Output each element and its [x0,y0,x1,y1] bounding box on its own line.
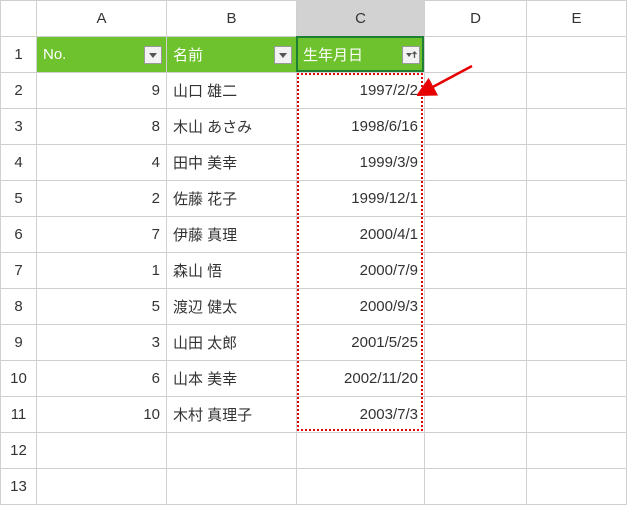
cell-D12[interactable] [425,433,527,469]
cell-D2[interactable] [425,73,527,109]
row-head-3[interactable]: 3 [1,109,37,145]
cell-B1[interactable]: 名前 [167,37,297,73]
cell-D13[interactable] [425,469,527,505]
cell-D9[interactable] [425,325,527,361]
cell-C10[interactable]: 2002/11/20 [297,361,425,397]
cell-B11[interactable]: 木村 真理子 [167,397,297,433]
cell-A12[interactable] [37,433,167,469]
cell-A6[interactable]: 7 [37,217,167,253]
cell-E10[interactable] [527,361,627,397]
cell-B6[interactable]: 伊藤 真理 [167,217,297,253]
cell-D6[interactable] [425,217,527,253]
cell-B8[interactable]: 渡辺 健太 [167,289,297,325]
row-head-2[interactable]: 2 [1,73,37,109]
cell-B9[interactable]: 山田 太郎 [167,325,297,361]
row-head-8[interactable]: 8 [1,289,37,325]
select-all-corner[interactable] [1,1,37,37]
row-head-10[interactable]: 10 [1,361,37,397]
filter-sort-C[interactable] [402,46,420,64]
cell-C8[interactable]: 2000/9/3 [297,289,425,325]
cell-C13[interactable] [297,469,425,505]
cell-D10[interactable] [425,361,527,397]
header-label-name: 名前 [173,47,203,64]
cell-E8[interactable] [527,289,627,325]
cell-D1[interactable] [425,37,527,73]
cell-B12[interactable] [167,433,297,469]
row-head-13[interactable]: 13 [1,469,37,505]
row-head-7[interactable]: 7 [1,253,37,289]
cell-E9[interactable] [527,325,627,361]
row-head-6[interactable]: 6 [1,217,37,253]
cell-E12[interactable] [527,433,627,469]
cell-E6[interactable] [527,217,627,253]
cell-A11[interactable]: 10 [37,397,167,433]
cell-C1[interactable]: 生年月日 [297,37,425,73]
col-head-C[interactable]: C [297,1,425,37]
col-head-E[interactable]: E [527,1,627,37]
cell-C4[interactable]: 1999/3/9 [297,145,425,181]
col-head-D[interactable]: D [425,1,527,37]
row-head-12[interactable]: 12 [1,433,37,469]
cell-C6[interactable]: 2000/4/1 [297,217,425,253]
cell-C9[interactable]: 2001/5/25 [297,325,425,361]
cell-E3[interactable] [527,109,627,145]
cell-A2[interactable]: 9 [37,73,167,109]
chevron-down-icon [278,50,288,60]
cell-A7[interactable]: 1 [37,253,167,289]
row-head-11[interactable]: 11 [1,397,37,433]
cell-A9[interactable]: 3 [37,325,167,361]
cell-E5[interactable] [527,181,627,217]
cell-E13[interactable] [527,469,627,505]
row-head-5[interactable]: 5 [1,181,37,217]
cell-C3[interactable]: 1998/6/16 [297,109,425,145]
cell-D8[interactable] [425,289,527,325]
cell-E11[interactable] [527,397,627,433]
cell-B5[interactable]: 佐藤 花子 [167,181,297,217]
cell-A1[interactable]: No. [37,37,167,73]
cell-D11[interactable] [425,397,527,433]
row-head-1[interactable]: 1 [1,37,37,73]
chevron-down-icon [148,50,158,60]
cell-B13[interactable] [167,469,297,505]
sort-asc-icon [405,49,417,61]
cell-C2[interactable]: 1997/2/2 [297,73,425,109]
cell-A8[interactable]: 5 [37,289,167,325]
cell-E2[interactable] [527,73,627,109]
cell-B7[interactable]: 森山 悟 [167,253,297,289]
cell-E1[interactable] [527,37,627,73]
cell-D5[interactable] [425,181,527,217]
cell-C11[interactable]: 2003/7/3 [297,397,425,433]
cell-C5[interactable]: 1999/12/1 [297,181,425,217]
cell-D4[interactable] [425,145,527,181]
cell-A4[interactable]: 4 [37,145,167,181]
cell-B10[interactable]: 山本 美幸 [167,361,297,397]
cell-B3[interactable]: 木山 あさみ [167,109,297,145]
row-head-4[interactable]: 4 [1,145,37,181]
cell-A5[interactable]: 2 [37,181,167,217]
cell-D7[interactable] [425,253,527,289]
cell-B4[interactable]: 田中 美幸 [167,145,297,181]
cell-C12[interactable] [297,433,425,469]
col-head-A[interactable]: A [37,1,167,37]
cell-A13[interactable] [37,469,167,505]
row-head-9[interactable]: 9 [1,325,37,361]
col-head-B[interactable]: B [167,1,297,37]
cell-E7[interactable] [527,253,627,289]
filter-dropdown-A[interactable] [144,46,162,64]
cell-C7[interactable]: 2000/7/9 [297,253,425,289]
cell-A3[interactable]: 8 [37,109,167,145]
header-label-no: No. [43,46,66,63]
cell-B2[interactable]: 山口 雄二 [167,73,297,109]
cell-E4[interactable] [527,145,627,181]
spreadsheet-grid[interactable]: A B C D E 1 No. 名前 生年月日 [0,0,627,505]
filter-dropdown-B[interactable] [274,46,292,64]
cell-A10[interactable]: 6 [37,361,167,397]
cell-D3[interactable] [425,109,527,145]
header-label-dob: 生年月日 [303,47,363,64]
